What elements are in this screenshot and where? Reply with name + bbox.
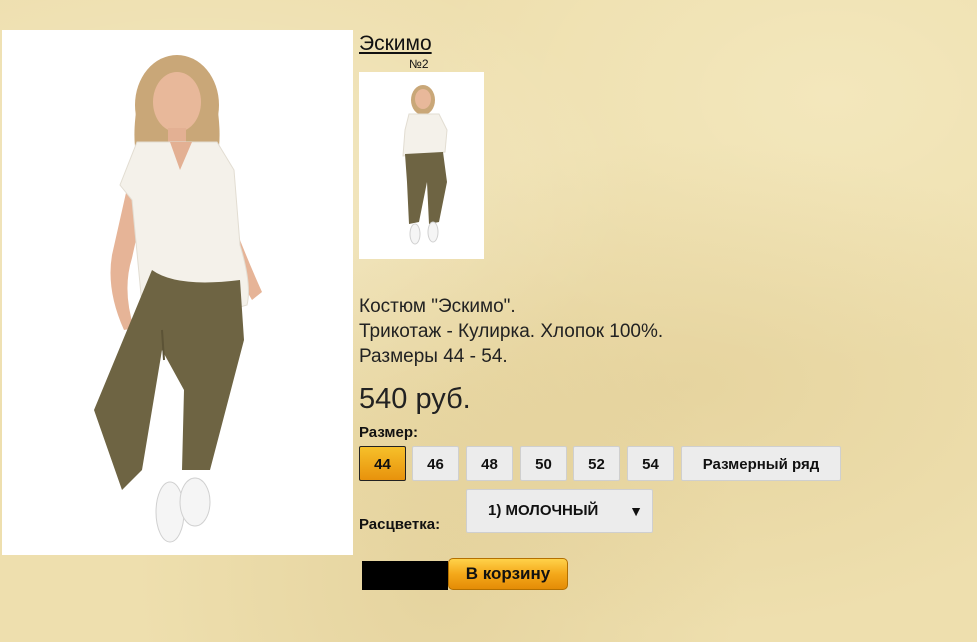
main-product-photo[interactable] [2, 30, 353, 555]
size-option-44[interactable]: 44 [359, 446, 406, 481]
size-option-46[interactable]: 46 [412, 446, 459, 481]
thumbnail-photo[interactable] [359, 72, 484, 259]
color-selected-value: 1) МОЛОЧНЫЙ [488, 502, 599, 519]
dropdown-arrow-icon: ▼ [629, 503, 643, 519]
thumbnail-number: №2 [409, 57, 429, 71]
product-description: Костюм "Эскимо". Трикотаж - Кулирка. Хло… [359, 294, 663, 369]
description-line: Трикотаж - Кулирка. Хлопок 100%. [359, 321, 664, 342]
thumbnail-image [359, 72, 484, 259]
size-label: Размер: [359, 424, 419, 441]
color-select[interactable]: 1) МОЛОЧНЫЙ ▼ [466, 489, 653, 533]
size-chart-button[interactable]: Размерный ряд [681, 446, 841, 481]
description-line: Размеры 44 - 54. [359, 346, 508, 367]
product-title-link[interactable]: Эскимо [359, 32, 432, 56]
model-photo-image [2, 30, 353, 555]
description-line: Костюм "Эскимо". [359, 296, 516, 317]
size-option-50[interactable]: 50 [520, 446, 567, 481]
product-price: 540 руб. [359, 383, 471, 415]
size-option-54[interactable]: 54 [627, 446, 674, 481]
quantity-input[interactable] [362, 561, 448, 590]
add-to-cart-button[interactable]: В корзину [448, 558, 568, 590]
size-option-52[interactable]: 52 [573, 446, 620, 481]
size-option-48[interactable]: 48 [466, 446, 513, 481]
color-label: Расцветка: [359, 516, 441, 533]
